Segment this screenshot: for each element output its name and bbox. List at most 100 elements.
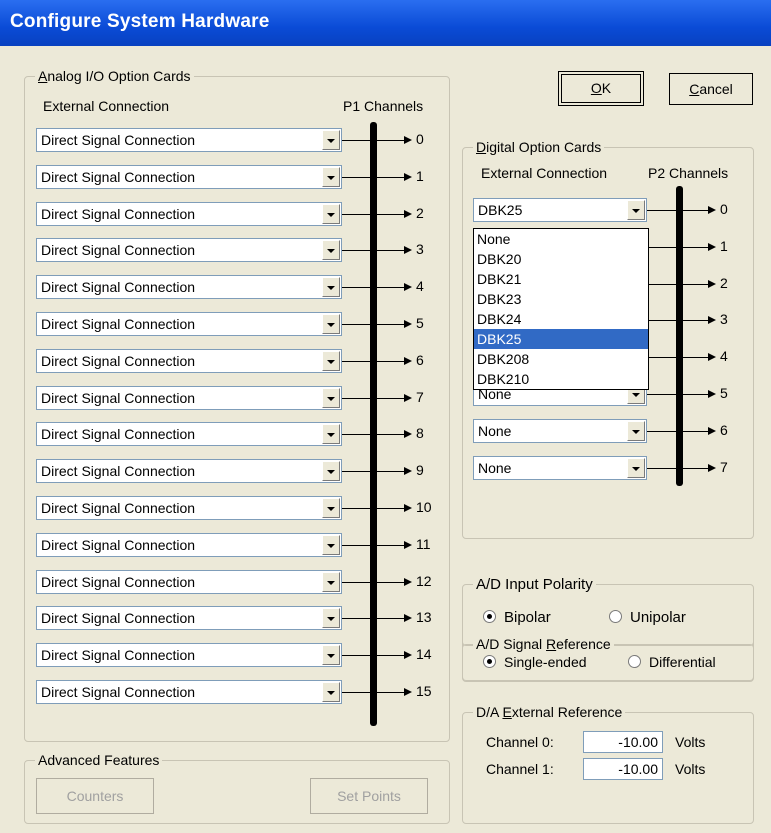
digital-select-7[interactable]: None [473, 455, 647, 480]
digital-select-value: None [478, 459, 512, 476]
digital-select-6[interactable]: None [473, 418, 647, 443]
dropdown-option[interactable]: DBK23 [474, 289, 648, 309]
chevron-down-icon[interactable] [627, 420, 645, 441]
polarity-group-label: A/D Input Polarity [473, 576, 596, 593]
dropdown-option[interactable]: DBK210 [474, 369, 648, 389]
digital-select-0[interactable]: DBK25 [473, 198, 647, 222]
digital-group-label: Digital Option Cards [473, 139, 605, 155]
bipolar-radio[interactable]: Bipolar [483, 609, 551, 626]
arrow-right-icon [708, 390, 716, 398]
analog-select-2[interactable]: Direct Signal Connection [36, 201, 342, 226]
arrow-right-icon [404, 688, 412, 696]
analog-select-4[interactable]: Direct Signal Connection [36, 275, 342, 300]
analog-select-13[interactable]: Direct Signal Connection [36, 606, 342, 631]
analog-channel-number: 10 [416, 499, 432, 515]
chevron-down-icon[interactable] [322, 387, 340, 408]
chevron-down-icon[interactable] [322, 571, 340, 592]
chevron-down-icon[interactable] [322, 166, 340, 187]
chevron-down-icon[interactable] [322, 498, 340, 518]
analog-select-9[interactable]: Direct Signal Connection [36, 459, 342, 484]
analog-select-10[interactable]: Direct Signal Connection [36, 496, 342, 520]
single-ended-radio[interactable]: Single-ended [483, 654, 587, 670]
dropdown-option[interactable]: DBK25 [474, 329, 648, 349]
digital-channel-number: 6 [720, 421, 728, 438]
arrow-right-icon [404, 540, 412, 549]
analog-select-value: Direct Signal Connection [41, 463, 196, 480]
digital-select-value: None [478, 422, 512, 439]
bipolar-radio-dot[interactable] [483, 610, 496, 623]
chevron-down-icon[interactable] [322, 682, 340, 702]
chevron-down-icon[interactable] [627, 457, 645, 478]
digital-ch-header: P2 Channels [648, 165, 729, 181]
dropdown-option[interactable]: DBK21 [474, 269, 648, 289]
arrow-right-icon [404, 614, 412, 623]
chevron-down-icon[interactable] [322, 350, 340, 371]
da-ch0-input[interactable]: -10.00 [583, 731, 663, 753]
differential-radio[interactable]: Differential [628, 654, 716, 670]
analog-wire [342, 434, 404, 436]
chevron-down-icon[interactable] [322, 645, 340, 666]
analog-select-8[interactable]: Direct Signal Connection [36, 422, 342, 447]
analog-select-12[interactable]: Direct Signal Connection [36, 569, 342, 594]
analog-group-label: Analog I/O Option Cards [35, 68, 194, 84]
analog-wire [342, 471, 404, 473]
chevron-down-icon[interactable] [322, 534, 340, 555]
analog-wire [342, 508, 404, 509]
analog-select-14[interactable]: Direct Signal Connection [36, 643, 342, 668]
chevron-down-icon[interactable] [322, 461, 340, 482]
analog-select-15[interactable]: Direct Signal Connection [36, 680, 342, 704]
analog-wire [342, 692, 404, 693]
dropdown-option[interactable]: DBK208 [474, 349, 648, 369]
dropdown-option[interactable]: None [474, 229, 648, 249]
chevron-down-icon[interactable] [627, 200, 645, 220]
title-bar: Configure System Hardware [0, 0, 771, 46]
chevron-down-icon[interactable] [322, 424, 340, 445]
chevron-down-icon[interactable] [322, 314, 340, 334]
analog-select-value: Direct Signal Connection [41, 610, 196, 627]
chevron-down-icon[interactable] [322, 240, 340, 261]
dropdown-option[interactable]: DBK20 [474, 249, 648, 269]
chevron-down-icon[interactable] [322, 130, 340, 150]
analog-ext-header: External Connection [43, 98, 170, 114]
analog-channel-number: 15 [416, 683, 432, 699]
cancel-button[interactable]: Cancel [669, 73, 753, 105]
analog-wire [342, 544, 404, 546]
arrow-right-icon [404, 320, 412, 328]
analog-select-value: Direct Signal Connection [41, 205, 196, 222]
chevron-down-icon[interactable] [322, 203, 340, 224]
arrow-right-icon [404, 651, 412, 660]
unipolar-radio-dot[interactable] [609, 610, 622, 623]
set-points-button[interactable]: Set Points [310, 778, 428, 814]
analog-select-11[interactable]: Direct Signal Connection [36, 532, 342, 557]
analog-select-1[interactable]: Direct Signal Connection [36, 164, 342, 189]
digital-dropdown-list[interactable]: None DBK20 DBK21 DBK23 DBK24 DBK25 DBK208 DBK21… [473, 228, 649, 390]
analog-select-value: Direct Signal Connection [41, 132, 196, 148]
unipolar-radio[interactable]: Unipolar [609, 609, 686, 626]
analog-wire [342, 176, 404, 178]
chevron-down-icon[interactable] [322, 608, 340, 629]
chevron-down-icon[interactable] [322, 277, 340, 298]
digital-select-value: DBK25 [478, 202, 523, 218]
digital-channel-number: 7 [720, 458, 728, 475]
single-ended-radio-dot[interactable] [483, 655, 496, 668]
differential-radio-dot[interactable] [628, 655, 641, 668]
analog-channel-number: 14 [416, 646, 432, 663]
analog-ch-header: P1 Channels [343, 98, 424, 114]
analog-select-0[interactable]: Direct Signal Connection [36, 128, 342, 152]
arrow-right-icon [404, 430, 412, 439]
analog-wire [342, 287, 404, 289]
digital-channel-number: 5 [720, 385, 728, 401]
analog-select-7[interactable]: Direct Signal Connection [36, 385, 342, 410]
analog-select-value: Direct Signal Connection [41, 389, 196, 406]
ok-button[interactable]: OK [558, 71, 644, 106]
counters-button[interactable]: Counters [36, 778, 154, 814]
arrow-right-icon [404, 393, 412, 402]
da-ch1-input[interactable]: -10.00 [583, 758, 663, 780]
analog-select-value: Direct Signal Connection [41, 536, 196, 553]
analog-select-3[interactable]: Direct Signal Connection [36, 238, 342, 263]
analog-channel-number: 8 [416, 425, 424, 442]
dropdown-option[interactable]: DBK24 [474, 309, 648, 329]
analog-select-value: Direct Signal Connection [41, 316, 196, 332]
analog-select-5[interactable]: Direct Signal Connection [36, 312, 342, 336]
analog-select-6[interactable]: Direct Signal Connection [36, 348, 342, 373]
